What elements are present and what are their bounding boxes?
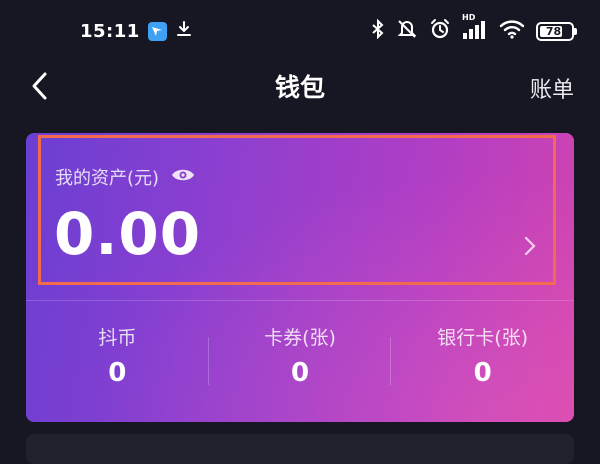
- chevron-left-icon: [32, 72, 47, 100]
- stat-label: 银行卡(张): [437, 327, 529, 349]
- card-divider: [26, 300, 574, 301]
- stat-coupons[interactable]: 卡券(张) 0: [209, 323, 392, 393]
- my-assets-section[interactable]: 我的资产(元) 0.00: [38, 135, 556, 285]
- stat-value: 0: [108, 358, 127, 388]
- status-left: 15:11: [80, 20, 193, 42]
- app-notification-icon: [147, 21, 167, 41]
- stat-label: 抖币: [98, 327, 137, 349]
- stat-bank-cards[interactable]: 银行卡(张) 0: [391, 323, 574, 393]
- asset-label: 我的资产(元): [55, 168, 160, 189]
- lower-panel: [26, 434, 574, 464]
- eye-icon[interactable]: [171, 167, 195, 187]
- wallet-stats: 抖币 0 卡券(张) 0 银行卡(张) 0: [26, 323, 574, 393]
- page-title: 钱包: [274, 73, 325, 102]
- stat-value: 0: [473, 358, 492, 388]
- asset-amount: 0.00: [54, 200, 202, 268]
- stat-value: 0: [290, 358, 310, 388]
- bill-link[interactable]: 账单: [530, 72, 574, 104]
- mute-icon: [396, 19, 418, 43]
- battery-level-text: 78: [545, 24, 562, 38]
- signal-icon: HD: [462, 13, 488, 43]
- back-button[interactable]: [24, 68, 54, 104]
- status-right: HD 78: [371, 13, 577, 44]
- download-icon: [175, 20, 193, 42]
- wallet-card: 我的资产(元) 0.00 抖币 0 卡券(张) 0 银行卡(张) 0: [26, 133, 574, 422]
- status-bar: 15:11 HD 78: [0, 0, 600, 62]
- stat-label: 卡券(张): [264, 327, 336, 349]
- battery-indicator: 78: [536, 21, 577, 41]
- asset-label-row: 我的资产(元): [55, 164, 195, 190]
- status-time: 15:11: [80, 20, 140, 42]
- stat-douyin-coins[interactable]: 抖币 0: [26, 323, 209, 393]
- alarm-icon: [429, 18, 451, 44]
- network-label: HD: [462, 13, 476, 22]
- chevron-right-icon[interactable]: [521, 234, 539, 258]
- bluetooth-icon: [371, 18, 385, 43]
- wifi-icon: [499, 19, 525, 43]
- nav-bar: 钱包 账单: [0, 62, 600, 110]
